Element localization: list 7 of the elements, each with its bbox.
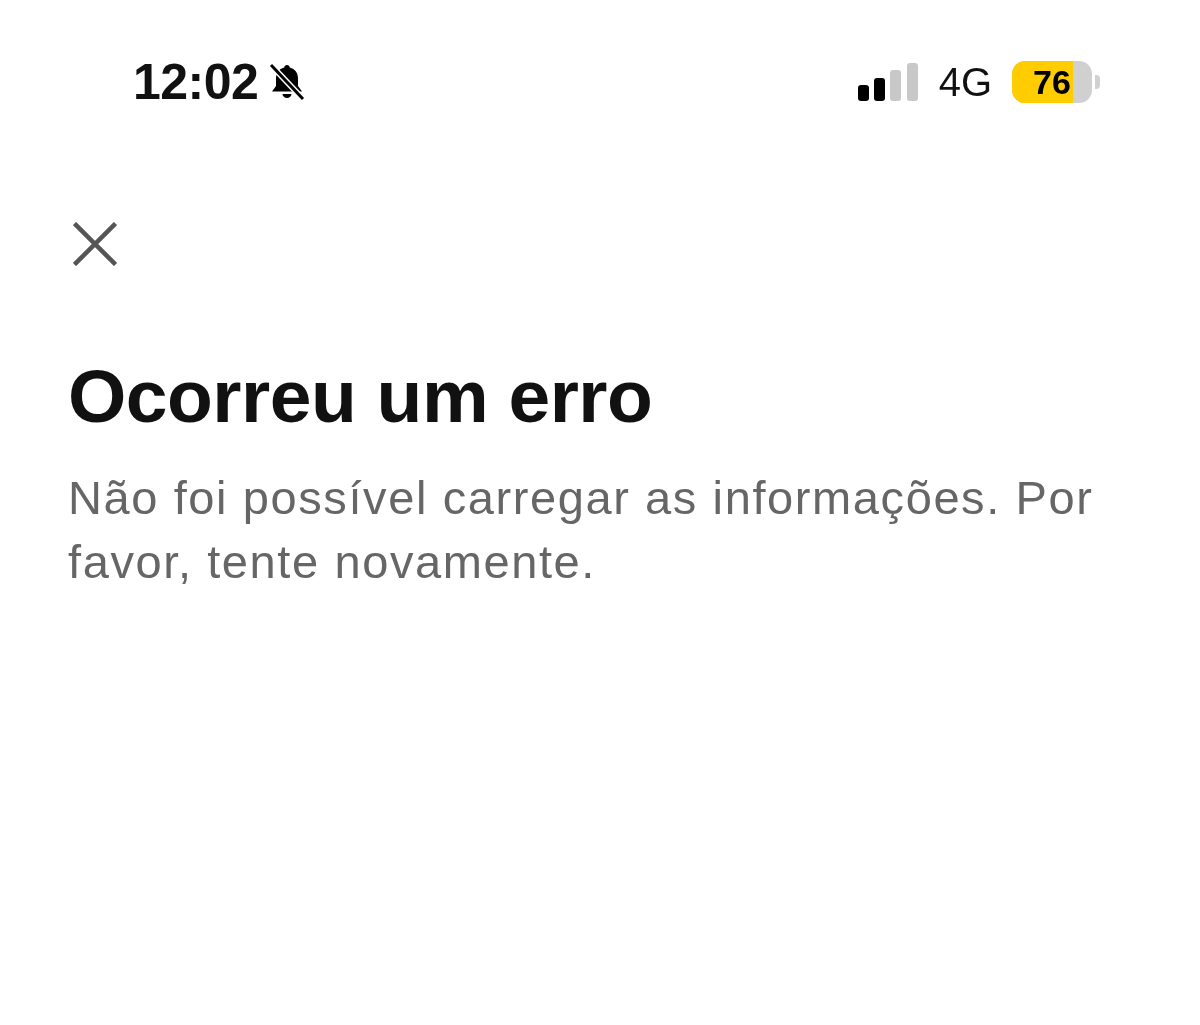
error-title: Ocorreu um erro (68, 354, 653, 438)
network-label: 4G (938, 60, 992, 104)
close-button[interactable] (73, 222, 117, 266)
close-icon (73, 222, 117, 266)
signal-icon (857, 63, 918, 101)
clock-time: 12:02 (133, 55, 259, 109)
error-message: Não foi possível carregar as informações. Por favor, tente novamente. (68, 470, 1095, 590)
